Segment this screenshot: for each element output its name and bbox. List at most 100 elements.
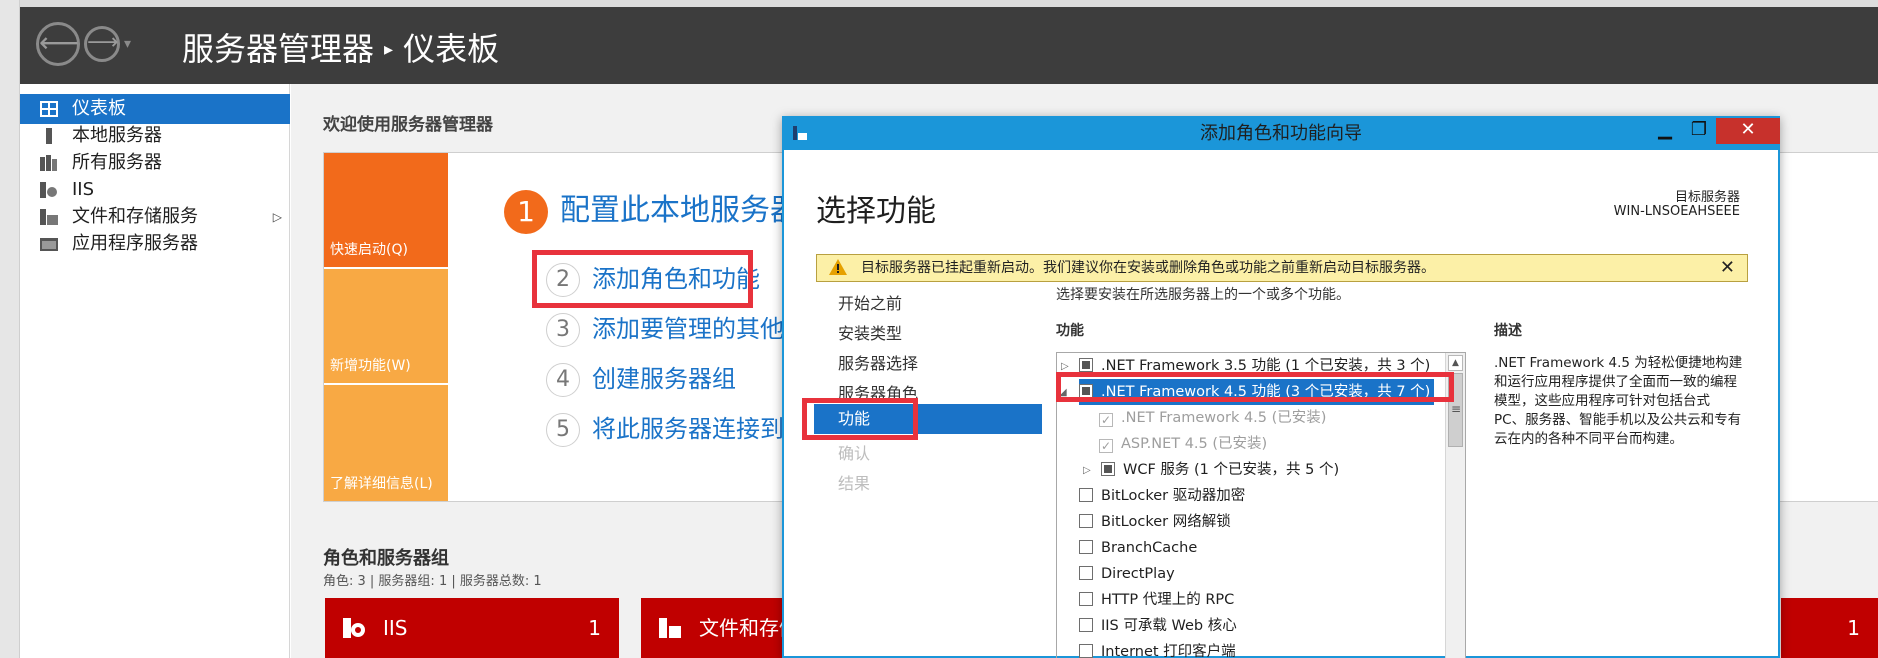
breadcrumb: 服务器管理器 ▸ 仪表板 — [182, 24, 499, 70]
destination-server-label: 目标服务器 — [1674, 190, 1740, 205]
expand-icon[interactable]: ▷ — [1061, 361, 1069, 372]
role-card-file-storage[interactable]: 文件和存储服务 — [641, 598, 791, 658]
feature-label: Internet 打印客户端 — [1101, 644, 1236, 658]
iis-icon — [40, 182, 57, 198]
feature-iis-hostable-web-core[interactable]: IIS 可承载 Web 核心 — [1079, 613, 1237, 639]
roles-section-summary: 角色: 3 | 服务器组: 1 | 服务器总数: 1 — [323, 574, 542, 589]
feature-branchcache[interactable]: BranchCache — [1079, 535, 1197, 561]
wizard-nav-installation-type[interactable]: 安装类型 — [838, 320, 902, 344]
features-column-label: 功能 — [1056, 323, 1084, 339]
tree-checkbox[interactable] — [1079, 540, 1093, 554]
description-column-label: 描述 — [1494, 323, 1522, 339]
welcome-title: 欢迎使用服务器管理器 — [323, 115, 493, 135]
minimize-button[interactable]: ▁ — [1648, 118, 1682, 144]
step-number: 1 — [504, 189, 548, 234]
dashboard-icon — [40, 101, 58, 117]
storage-icon — [659, 618, 681, 638]
feature-label: ASP.NET 4.5 (已安装) — [1121, 436, 1268, 452]
minimize-icon: ▁ — [1658, 119, 1672, 140]
tile-whats-new[interactable]: 新增功能(W) — [324, 269, 448, 383]
tree-checkbox[interactable] — [1079, 644, 1093, 658]
sidebar-item-label: IIS — [72, 179, 95, 200]
sidebar-item-label: 所有服务器 — [72, 152, 162, 173]
tree-checkbox[interactable] — [1079, 514, 1093, 528]
sidebar-item-all-servers[interactable]: 所有服务器 — [20, 148, 290, 178]
warning-text: 目标服务器已挂起重新启动。我们建议你在安装或删除角色或功能之前重新启动目标服务器… — [861, 260, 1435, 276]
close-button[interactable]: ✕ — [1716, 118, 1780, 144]
step-configure-local-server[interactable]: 1 配置此本地服务器 — [504, 185, 800, 234]
tile-quick-start[interactable]: 快速启动(Q) — [324, 153, 448, 267]
scroll-up-icon[interactable]: ▲ — [1448, 355, 1463, 371]
tree-checkbox[interactable] — [1101, 462, 1115, 476]
maximize-icon: ❐ — [1690, 119, 1708, 140]
maximize-button[interactable]: ❐ — [1682, 118, 1716, 144]
sidebar-item-label: 仪表板 — [72, 98, 126, 119]
add-roles-features-wizard: 添加角色和功能向导 ▁ ❐ ✕ 选择功能 目标服务器 WIN-LNSOEAHSE… — [782, 116, 1780, 658]
sidebar-item-label: 本地服务器 — [72, 125, 162, 146]
sidebar-item-file-storage[interactable]: 文件和存储服务 ▷ — [20, 202, 290, 232]
forward-arrow-icon: ⟶ — [87, 30, 119, 55]
feature-description: .NET Framework 4.5 为轻松便捷地构建和运行应用程序提供了全面而… — [1494, 355, 1743, 447]
breadcrumb-separator-icon: ▸ — [384, 39, 394, 60]
servers-icon — [40, 155, 57, 171]
feature-label: HTTP 代理上的 RPC — [1101, 592, 1235, 608]
feature-wcf[interactable]: WCF 服务 (1 个已安装，共 5 个) — [1101, 457, 1339, 483]
tile-learn-more[interactable]: 了解详细信息(L) — [324, 385, 448, 501]
sidebar-item-dashboard[interactable]: 仪表板 — [20, 94, 290, 124]
breadcrumb-app: 服务器管理器 — [182, 30, 375, 68]
tree-checkbox[interactable] — [1079, 358, 1093, 372]
tree-checkbox-checked: ✓ — [1099, 413, 1113, 427]
sidebar-item-app-server[interactable]: 应用程序服务器 — [20, 229, 290, 259]
feature-bitlocker[interactable]: BitLocker 驱动器加密 — [1079, 483, 1245, 509]
sidebar-item-local-server[interactable]: 本地服务器 — [20, 121, 290, 151]
wizard-nav-before-you-begin[interactable]: 开始之前 — [838, 290, 902, 314]
feature-internet-printing-client[interactable]: Internet 打印客户端 — [1079, 639, 1236, 658]
feature-label: IIS 可承载 Web 核心 — [1101, 618, 1237, 634]
expand-arrow-icon[interactable]: ▷ — [273, 202, 282, 232]
step-create-server-group[interactable]: 4 创建服务器组 — [546, 359, 736, 397]
forward-button[interactable]: ⟶ — [84, 26, 120, 62]
feature-label: DirectPlay — [1101, 566, 1175, 582]
step-number: 4 — [546, 363, 580, 397]
pending-restart-warning: 目标服务器已挂起重新启动。我们建议你在安装或删除角色或功能之前重新启动目标服务器… — [816, 254, 1748, 282]
role-card-label: IIS — [383, 616, 408, 640]
feature-rpc-over-http[interactable]: HTTP 代理上的 RPC — [1079, 587, 1234, 613]
feature-net45-core: ✓ .NET Framework 4.5 (已安装) — [1099, 405, 1326, 431]
highlight-features-nav-box — [802, 398, 918, 440]
expand-icon[interactable]: ▷ — [1083, 465, 1091, 476]
role-card-app-server[interactable]: 1 — [1781, 598, 1878, 658]
sidebar-item-label: 应用程序服务器 — [72, 233, 198, 254]
wizard-nav-server-selection[interactable]: 服务器选择 — [838, 350, 918, 374]
feature-label: BitLocker 网络解锁 — [1101, 514, 1231, 530]
destination-server-name: WIN-LNSOEAHSEEE — [1613, 204, 1740, 219]
feature-label: .NET Framework 4.5 (已安装) — [1121, 410, 1327, 426]
sidebar-item-iis[interactable]: IIS — [20, 175, 290, 205]
warning-close-icon[interactable]: ✕ — [1720, 255, 1735, 281]
scroll-grip-icon: ≡ — [1451, 402, 1462, 416]
sidebar-item-label: 文件和存储服务 — [72, 206, 198, 227]
step-number: 5 — [546, 413, 580, 447]
tile-label: 快速启动(Q) — [330, 242, 408, 258]
warning-icon — [829, 259, 847, 275]
tree-checkbox[interactable] — [1079, 618, 1093, 632]
tile-label: 新增功能(W) — [330, 358, 411, 374]
tree-checkbox[interactable] — [1079, 592, 1093, 606]
highlight-net45-box — [1056, 372, 1454, 402]
tree-checkbox[interactable] — [1079, 566, 1093, 580]
tree-checkbox-checked: ✓ — [1099, 439, 1113, 453]
role-card-iis[interactable]: IIS 1 — [325, 598, 619, 658]
wizard-page-title: 选择功能 — [816, 194, 936, 229]
close-icon: ✕ — [1740, 119, 1756, 140]
step-link: 创建服务器组 — [592, 365, 736, 393]
feature-bitlocker-network-unlock[interactable]: BitLocker 网络解锁 — [1079, 509, 1231, 535]
back-button[interactable]: ⟵ — [36, 22, 80, 66]
tree-checkbox[interactable] — [1079, 488, 1093, 502]
feature-label: WCF 服务 (1 个已安装，共 5 个) — [1123, 462, 1340, 478]
highlight-add-roles-box — [532, 250, 753, 308]
history-dropdown-icon[interactable]: ▾ — [124, 36, 131, 52]
feature-directplay[interactable]: DirectPlay — [1079, 561, 1175, 587]
outer-window-edge — [0, 0, 20, 658]
step-number: 3 — [546, 313, 580, 347]
app-server-icon — [40, 238, 58, 251]
wizard-titlebar[interactable]: 添加角色和功能向导 ▁ ❐ ✕ — [784, 118, 1780, 150]
